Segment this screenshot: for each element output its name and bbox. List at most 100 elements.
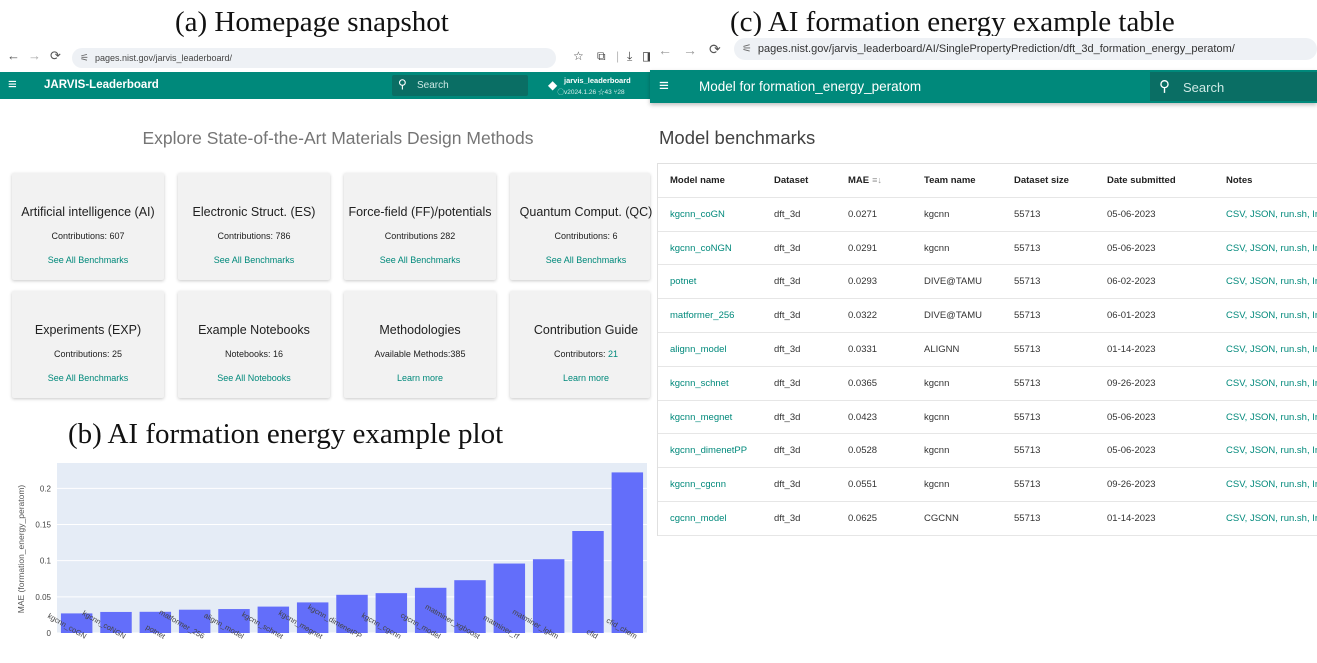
cell-dataset: dft_3d — [774, 310, 801, 322]
col-dataset[interactable]: Dataset — [774, 164, 808, 197]
download-icon[interactable]: ⤓ — [627, 49, 632, 64]
card-methodologies: Methodologies Available Methods:385 Lear… — [344, 291, 496, 398]
card-title: Contribution Guide — [533, 323, 639, 337]
cell-model-name[interactable]: potnet — [670, 265, 696, 298]
cell-model-name[interactable]: kgcnn_dimenetPP — [670, 434, 747, 467]
homepage-url: pages.nist.gov/jarvis_leaderboard/ — [94, 53, 233, 63]
table-url-bar[interactable]: ⚟ pages.nist.gov/jarvis_leaderboard/AI/Si… — [734, 38, 1317, 60]
caption-table: (c) AI formation energy example table — [730, 6, 1175, 38]
bar[interactable] — [572, 531, 604, 633]
col-date-submitted[interactable]: Date submitted — [1107, 164, 1176, 197]
cell-notes[interactable]: CSV, JSON, run.sh, Info — [1226, 333, 1317, 366]
cell-notes[interactable]: CSV, JSON, run.sh, Info — [1226, 299, 1317, 332]
cell-notes[interactable]: CSV, JSON, run.sh, Info — [1226, 265, 1317, 298]
y-tick-label: 0.05 — [35, 593, 51, 602]
site-info-icon[interactable]: ⚟ — [742, 43, 752, 55]
site-brand[interactable]: JARVIS-Leaderboard — [44, 79, 159, 91]
cell-team-name: kgcnn — [924, 242, 950, 254]
cell-dataset-size: 55713 — [1014, 343, 1041, 355]
menu-icon[interactable]: ≡ — [659, 76, 669, 96]
cell-notes[interactable]: CSV, JSON, run.sh, Info — [1226, 468, 1317, 501]
col-team-name[interactable]: Team name — [924, 164, 976, 197]
cell-notes[interactable]: CSV, JSON, run.sh, Info — [1226, 367, 1317, 400]
cell-notes[interactable]: CSV, JSON, run.sh, Info — [1226, 502, 1317, 535]
bar[interactable] — [611, 472, 644, 633]
cell-model-name[interactable]: kgcnn_schnet — [670, 367, 729, 400]
cell-dataset: dft_3d — [774, 445, 801, 457]
reload-icon[interactable]: ⟳ — [50, 48, 61, 64]
homepage-search-placeholder: Search — [417, 80, 449, 91]
cell-notes[interactable]: CSV, JSON, run.sh, Info — [1226, 401, 1317, 434]
menu-icon[interactable]: ≡ — [8, 76, 17, 93]
card-title: Artificial intelligence (AI) — [21, 205, 155, 219]
card-link[interactable]: See All Benchmarks — [12, 255, 164, 265]
homepage-search-box[interactable]: ⚲ Search — [392, 75, 528, 96]
bookmark-star-icon[interactable]: ☆ — [573, 49, 584, 63]
homepage-header: ≡ JARVIS-Leaderboard ⚲ Search ◆ jarvis_l… — [0, 72, 650, 99]
card-link[interactable]: Learn more — [344, 373, 496, 383]
cell-model-name[interactable]: kgcnn_coGN — [670, 198, 725, 231]
cell-date-submitted: 09-26-2023 — [1107, 377, 1156, 389]
card-title: Experiments (EXP) — [34, 323, 142, 337]
table-row: kgcnn_schnet dft_3d 0.0365 kgcnn 55713 09-26-… — [658, 367, 1317, 401]
cell-model-name[interactable]: matformer_256 — [670, 299, 734, 332]
back-icon[interactable]: ← — [658, 42, 672, 58]
card-title: Methodologies — [379, 323, 461, 337]
cell-dataset: dft_3d — [774, 242, 801, 254]
card-count: Notebooks: 16 — [224, 349, 284, 359]
table-search-box[interactable]: ⚲ Search — [1150, 72, 1317, 101]
forward-icon[interactable]: → — [683, 42, 697, 58]
cell-model-name[interactable]: kgcnn_cgcnn — [670, 468, 726, 501]
cell-date-submitted: 06-01-2023 — [1107, 310, 1156, 322]
card-link[interactable]: See All Benchmarks — [344, 255, 496, 265]
forward-icon[interactable]: → — [28, 48, 41, 63]
cell-notes[interactable]: CSV, JSON, run.sh, Info — [1226, 232, 1317, 265]
table-row: cgcnn_model dft_3d 0.0625 CGCNN 55713 01-14-2… — [658, 502, 1317, 536]
col-model-name[interactable]: Model name — [670, 164, 725, 197]
cell-notes[interactable]: CSV, JSON, run.sh, Info — [1226, 434, 1317, 467]
caption-plot: (b) AI formation energy example plot — [68, 418, 504, 450]
cell-dataset-size: 55713 — [1014, 512, 1041, 524]
cell-team-name: kgcnn — [924, 411, 950, 423]
caption-homepage: (a) Homepage snapshot — [175, 6, 449, 38]
card-link[interactable]: See All Benchmarks — [510, 255, 662, 265]
table-row: kgcnn_cgcnn dft_3d 0.0551 kgcnn 55713 09-26-2… — [658, 468, 1317, 502]
col-notes[interactable]: Notes — [1226, 164, 1252, 197]
cell-dataset: dft_3d — [774, 343, 801, 355]
cell-mae: 0.0625 — [848, 512, 878, 524]
repo-icon[interactable]: ◆ — [548, 78, 557, 92]
repo-name[interactable]: jarvis_leaderboard — [564, 76, 631, 85]
card-notebooks: Example Notebooks Notebooks: 16 See All … — [178, 291, 330, 398]
table-search-placeholder: Search — [1183, 80, 1225, 95]
card-link[interactable]: See All Notebooks — [178, 373, 330, 383]
col-mae[interactable]: MAE ≡↓ — [848, 164, 882, 197]
cell-model-name[interactable]: alignn_model — [670, 333, 727, 366]
search-icon: ⚲ — [1159, 78, 1170, 95]
cell-model-name[interactable]: kgcnn_coNGN — [670, 232, 732, 265]
card-es: Electronic Struct. (ES) Contributions: 7… — [178, 173, 330, 280]
cell-team-name: kgcnn — [924, 377, 950, 389]
cell-date-submitted: 09-26-2023 — [1107, 479, 1156, 491]
sort-icon[interactable]: ≡↓ — [872, 175, 882, 185]
cell-date-submitted: 05-06-2023 — [1107, 242, 1156, 254]
cell-model-name[interactable]: cgcnn_model — [670, 502, 727, 535]
contributors-count[interactable]: 21 — [608, 349, 618, 359]
cell-notes[interactable]: CSV, JSON, run.sh, Info — [1226, 198, 1317, 231]
col-dataset-size[interactable]: Dataset size — [1014, 164, 1069, 197]
card-link[interactable]: See All Benchmarks — [178, 255, 330, 265]
cell-mae: 0.0293 — [848, 276, 878, 288]
y-axis-label: MAE (formation_energy_peratom) — [16, 485, 26, 614]
card-link[interactable]: Learn more — [510, 373, 662, 383]
homepage-url-bar[interactable]: ⚟ pages.nist.gov/jarvis_leaderboard/ — [72, 48, 556, 68]
table-header: ≡ Model for formation_energy_peratom ⚲ S… — [650, 70, 1317, 103]
table-row: kgcnn_coGN dft_3d 0.0271 kgcnn 55713 05-06-20… — [658, 198, 1317, 232]
extensions-icon[interactable]: ⧉ — [597, 49, 606, 64]
repo-meta: ⃝v2024.1.26 ☆43 ⑂28 — [564, 89, 625, 96]
back-icon[interactable]: ← — [7, 48, 20, 63]
cell-team-name: kgcnn — [924, 479, 950, 491]
homepage-browser-bar: ← → ⟳ ⚟ pages.nist.gov/jarvis_leaderboard… — [0, 44, 653, 72]
site-info-icon[interactable]: ⚟ — [80, 53, 89, 64]
cell-model-name[interactable]: kgcnn_megnet — [670, 401, 732, 434]
card-link[interactable]: See All Benchmarks — [12, 373, 164, 383]
reload-icon[interactable]: ⟳ — [709, 41, 721, 58]
